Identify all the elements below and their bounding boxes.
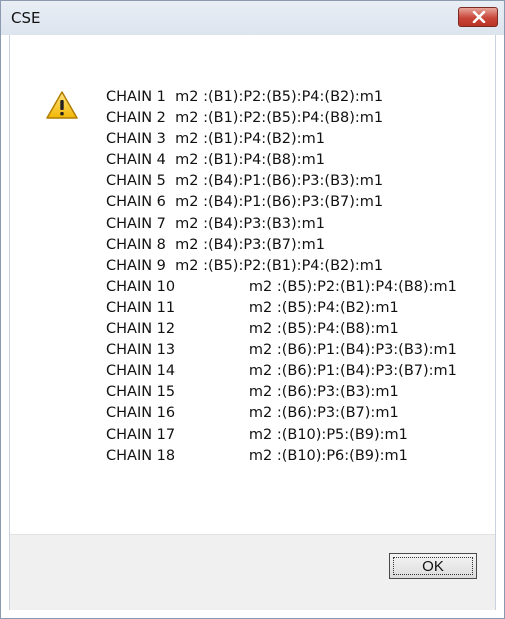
chain-line: CHAIN 15 m2 :(B6):P3:(B3):m1 xyxy=(106,384,399,401)
message-text: CHAIN 1 m2 :(B1):P2:(B5):P4:(B2):m1 CHAIN… xyxy=(106,87,457,467)
chain-line: CHAIN 8 m2 :(B4):P3:(B7):m1 xyxy=(106,236,325,253)
chain-line: CHAIN 16 m2 :(B6):P3:(B7):m1 xyxy=(106,405,399,422)
chain-line: CHAIN 12 m2 :(B5):P4:(B8):m1 xyxy=(106,321,399,338)
chain-line: CHAIN 5 m2 :(B4):P1:(B6):P3:(B3):m1 xyxy=(106,173,384,190)
ok-button[interactable]: OK xyxy=(389,553,477,579)
chain-line: CHAIN 17 m2 :(B10):P5:(B9):m1 xyxy=(106,426,408,443)
chain-line: CHAIN 13 m2 :(B6):P1:(B4):P3:(B3):m1 xyxy=(106,342,457,359)
warning-icon xyxy=(46,91,78,119)
title-bar[interactable]: CSE xyxy=(1,1,504,35)
message-dialog: CSE CHAIN 1 m2 :(B1):P2:(B5):P4:(B2):m1 C… xyxy=(0,0,505,619)
chain-line: CHAIN 1 m2 :(B1):P2:(B5):P4:(B2):m1 xyxy=(106,89,384,105)
window-title: CSE xyxy=(11,9,41,27)
chain-line: CHAIN 10 m2 :(B5):P2:(B1):P4:(B8):m1 xyxy=(106,278,457,295)
chain-line: CHAIN 11 m2 :(B5):P4:(B2):m1 xyxy=(106,299,399,316)
chain-line: CHAIN 3 m2 :(B1):P4:(B2):m1 xyxy=(106,131,325,148)
chain-line: CHAIN 14 m2 :(B6):P1:(B4):P3:(B7):m1 xyxy=(106,363,457,380)
dialog-content: CHAIN 1 m2 :(B1):P2:(B5):P4:(B2):m1 CHAIN… xyxy=(9,35,496,610)
button-bar: OK xyxy=(10,534,495,610)
chain-line: CHAIN 4 m2 :(B1):P4:(B8):m1 xyxy=(106,152,325,169)
close-button[interactable] xyxy=(458,7,498,27)
chain-line: CHAIN 7 m2 :(B4):P3:(B3):m1 xyxy=(106,215,325,232)
ok-button-label: OK xyxy=(422,557,444,575)
chain-line: CHAIN 9 m2 :(B5):P2:(B1):P4:(B2):m1 xyxy=(106,257,384,274)
chain-line: CHAIN 18 m2 :(B10):P6:(B9):m1 xyxy=(106,447,408,464)
chain-line: CHAIN 6 m2 :(B4):P1:(B6):P3:(B7):m1 xyxy=(106,194,384,211)
chain-line: CHAIN 2 m2 :(B1):P2:(B5):P4:(B8):m1 xyxy=(106,110,384,127)
close-icon xyxy=(472,11,486,23)
